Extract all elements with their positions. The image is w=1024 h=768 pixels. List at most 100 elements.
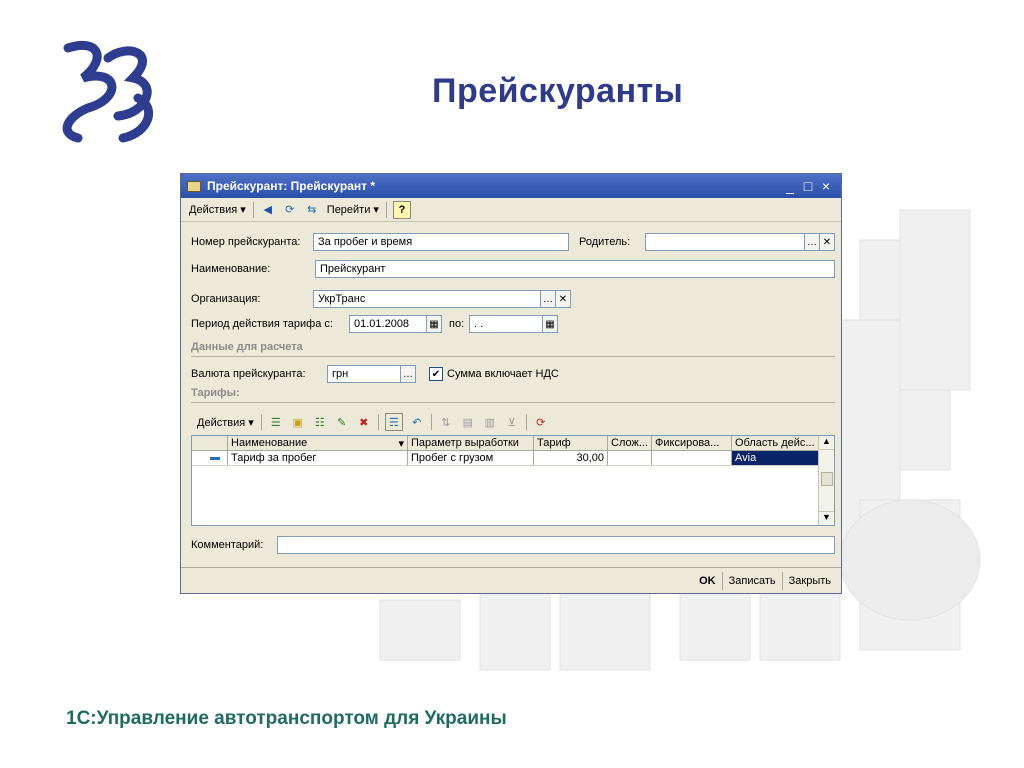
add-folder-icon[interactable]: ▣ [290, 414, 306, 430]
toolbar-separator [430, 414, 432, 430]
actions-menu[interactable]: Действия ▾ [185, 203, 250, 216]
button-bar: OK Записать Закрыть [181, 567, 841, 593]
table-scrollbar[interactable]: ▲ ▼ [818, 436, 834, 525]
vat-row: ✔ Сумма включает НДС [429, 364, 559, 384]
period-from-wrap: 01.01.2008 ▦ [349, 314, 442, 334]
row-marker-icon [210, 456, 220, 460]
goto-icon[interactable]: ⇆ [304, 202, 320, 218]
tariffs-toolbar: Действия ▾ ☰ ▣ ☷ ✎ ✖ ☴ ↶ ⇅ ▤ ▥ ⊻ ⟳ [193, 412, 552, 432]
period-from-field[interactable]: 01.01.2008 [349, 315, 427, 333]
vat-checkbox[interactable]: ✔ [429, 367, 443, 381]
copy-row-icon[interactable]: ☷ [312, 414, 328, 430]
comment-field-wrap [277, 535, 835, 555]
scroll-down-icon[interactable]: ▼ [819, 511, 834, 525]
section-divider [191, 402, 835, 403]
comment-label: Комментарий: [191, 539, 264, 551]
sort-arrow-icon: ▾ [398, 437, 404, 450]
name-field[interactable]: Прейскурант [315, 260, 835, 278]
calendar-icon[interactable]: ▦ [427, 315, 442, 333]
tariffs-table: Наименование ▾ Параметр выработки Тариф С… [191, 435, 835, 526]
currency-field[interactable]: грн [327, 365, 401, 383]
period-label: Период действия тарифа с: [191, 318, 333, 330]
section-divider [191, 356, 835, 357]
main-toolbar: Действия ▾ ◀ ⟳ ⇆ Перейти ▾ ? [181, 198, 841, 222]
back-arrow-icon[interactable]: ◀ [260, 202, 276, 218]
refresh-list-icon[interactable]: ⟳ [533, 414, 549, 430]
currency-row: Валюта прейскуранта: [191, 364, 306, 384]
period-to-label: по: [449, 318, 465, 330]
clear-filter-icon[interactable]: ⊻ [504, 414, 520, 430]
row-marker [192, 451, 228, 465]
filter-icon[interactable]: ▤ [460, 414, 476, 430]
scroll-up-icon[interactable]: ▲ [819, 436, 834, 450]
org-clear-button[interactable]: ✕ [556, 290, 571, 308]
table-row[interactable]: Тариф за пробег Пробег с грузом 30,00 Av… [192, 451, 834, 466]
move-row-icon[interactable]: ☴ [384, 413, 403, 431]
name-label: Наименование: [191, 263, 271, 275]
goto-menu[interactable]: Перейти ▾ [323, 203, 383, 216]
column-header[interactable]: Наименование ▾ [228, 436, 408, 450]
parent-label: Родитель: [579, 236, 631, 248]
toolbar-separator [260, 414, 262, 430]
edit-row-icon[interactable]: ✎ [334, 414, 350, 430]
tariff-fixed-cell[interactable] [652, 451, 732, 465]
period-to-label-wrap: по: [449, 314, 464, 334]
tariff-slozh-cell[interactable] [608, 451, 652, 465]
refresh-icon[interactable]: ⟳ [282, 202, 298, 218]
delete-row-icon[interactable]: ✖ [356, 414, 372, 430]
scroll-thumb[interactable] [821, 472, 833, 486]
table-header: Наименование ▾ Параметр выработки Тариф С… [192, 436, 834, 451]
currency-label: Валюта прейскуранта: [191, 368, 306, 380]
document-icon [187, 180, 201, 192]
column-header[interactable]: Параметр выработки [408, 436, 534, 450]
parent-field[interactable] [645, 233, 805, 251]
column-header[interactable]: Слож... [608, 436, 652, 450]
calendar-icon[interactable]: ▦ [543, 315, 558, 333]
price-list-window: Прейскурант: Прейскурант * _ □ × Действи… [180, 173, 842, 594]
ok-button[interactable]: OK [693, 572, 722, 590]
comment-row: Комментарий: [191, 535, 263, 555]
save-button[interactable]: Записать [723, 572, 782, 590]
comment-field[interactable] [277, 536, 835, 554]
undo-icon[interactable]: ↶ [409, 414, 425, 430]
footer-text: 1С:Управление автотранспортом для Украин… [66, 708, 507, 729]
filter-menu-icon[interactable]: ▥ [482, 414, 498, 430]
toolbar-separator [252, 201, 254, 218]
period-to-field[interactable]: . . [469, 315, 543, 333]
parent-field-wrap: … ✕ [645, 232, 835, 252]
add-row-icon[interactable]: ☰ [268, 414, 284, 430]
toolbar-separator [525, 414, 527, 430]
close-window-button[interactable]: × [817, 178, 835, 194]
tariff-name-cell[interactable]: Тариф за пробег [228, 451, 408, 465]
org-select-button[interactable]: … [541, 290, 556, 308]
sort-icon[interactable]: ⇅ [438, 414, 454, 430]
company-logo [62, 40, 154, 143]
tariff-value-cell[interactable]: 30,00 [534, 451, 608, 465]
org-row: Организация: [191, 289, 260, 309]
column-header[interactable]: Фиксирова... [652, 436, 732, 450]
parent-row: Родитель: [579, 232, 630, 252]
parent-select-button[interactable]: … [805, 233, 820, 251]
close-button[interactable]: Закрыть [783, 572, 837, 590]
toolbar-separator [385, 201, 387, 218]
period-to-wrap: . . ▦ [469, 314, 558, 334]
org-field[interactable]: УкрТранс [313, 290, 541, 308]
column-header[interactable]: Область дейс... [732, 436, 820, 450]
column-header-label: Наименование [231, 437, 308, 449]
column-header[interactable]: Тариф [534, 436, 608, 450]
window-titlebar[interactable]: Прейскурант: Прейскурант * _ □ × [181, 174, 841, 198]
slide-title: Прейскуранты [432, 72, 684, 110]
tariff-param-cell[interactable]: Пробег с грузом [408, 451, 534, 465]
tariffs-actions-menu[interactable]: Действия ▾ [193, 416, 258, 429]
currency-select-button[interactable]: … [401, 365, 416, 383]
help-icon[interactable]: ? [392, 200, 411, 219]
maximize-button[interactable]: □ [799, 178, 817, 194]
section-tariffs: Тарифы: [191, 387, 240, 399]
number-field[interactable]: За пробег и время [313, 233, 569, 251]
number-field-wrap: За пробег и время [313, 232, 569, 252]
window-title: Прейскурант: Прейскурант * [207, 179, 375, 193]
minimize-button[interactable]: _ [781, 178, 799, 194]
parent-clear-button[interactable]: ✕ [820, 233, 835, 251]
tariff-area-cell[interactable]: Avia [732, 451, 820, 465]
row-marker-header [192, 436, 228, 450]
